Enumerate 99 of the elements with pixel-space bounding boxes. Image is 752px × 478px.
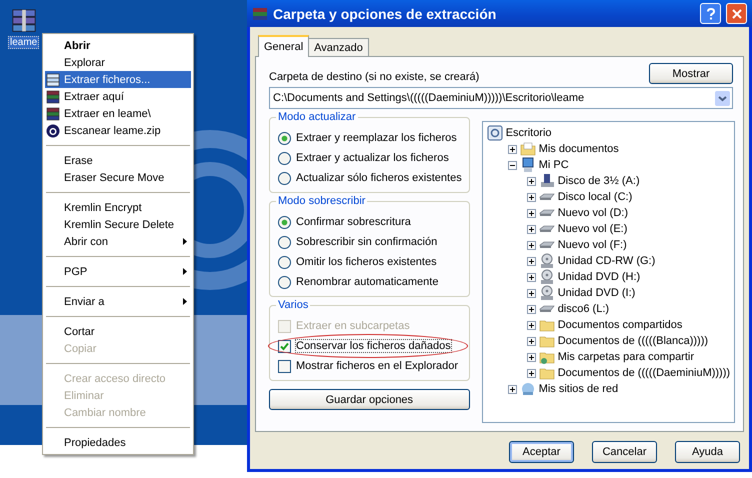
radio-button[interactable] [278,236,291,248]
radio-button[interactable] [278,256,291,268]
menu-item[interactable]: Abrir con [45,233,191,250]
menu-item[interactable]: Extraer ficheros... [45,71,191,88]
expander-icon[interactable] [526,288,536,298]
menu-item[interactable]: Enviar a [45,293,191,310]
cd-drive-icon [538,269,555,285]
tree-item[interactable]: Disco local (C:) [558,191,632,203]
scan-icon [46,124,60,138]
group-title: Modo actualizar [276,111,358,123]
expander-icon[interactable] [526,368,536,378]
expander-icon[interactable] [526,304,536,314]
tree-item[interactable]: disco6 (L:) [558,303,610,315]
help-button[interactable] [700,3,721,24]
menu-item[interactable]: Propiedades [45,434,191,451]
tree-item[interactable]: Documentos compartidos [558,319,682,331]
option-label: Extraer en subcarpetas [295,319,411,333]
option-label: Renombrar automaticamente [295,275,440,289]
desktop-icon-label[interactable]: leame [8,36,40,49]
radio-button[interactable] [278,216,291,228]
tree-item[interactable]: Disco de 3½ (A:) [558,175,640,187]
expander-icon[interactable] [526,176,536,186]
menu-item[interactable]: Cortar [45,323,191,340]
expander-icon[interactable] [526,320,536,330]
menu-item[interactable]: Extraer en leame\ [45,105,191,122]
destination-label: Carpeta de destino (si no existe, se creará) [269,70,480,82]
option-label: Omitir los ficheros existentes [295,255,438,269]
expander-icon[interactable] [526,192,536,202]
radio-button[interactable] [278,132,291,144]
tree-item[interactable]: Mis carpetas para compartir [558,351,694,363]
menu-item[interactable]: Extraer aquí [45,88,191,105]
radio-button[interactable] [278,152,291,164]
expander-icon[interactable] [526,224,536,234]
question-mark-icon [706,8,716,20]
menu-item[interactable]: Explorar [45,54,191,71]
expander-icon[interactable] [526,256,536,266]
path-combo[interactable]: C:\Documents and Settings\(((((DaeminiuM)))))\Escritorio\leame [269,87,733,109]
expander-icon[interactable] [526,208,536,218]
option-label: Mostrar ficheros en el Explorador [295,359,460,373]
option-label: Actualizar sólo ficheros existentes [295,171,463,185]
expander-icon[interactable] [526,336,536,346]
menu-item[interactable]: Kremlin Encrypt [45,199,191,216]
window-title: Carpeta y opciones de extracción [273,6,498,22]
checkbox[interactable] [278,340,291,352]
tree-item[interactable]: Mis sitios de red [538,383,618,395]
radio-button[interactable] [278,276,291,288]
checkbox[interactable] [278,360,291,372]
dialog-button[interactable]: Ayuda [675,441,740,463]
tree-item[interactable]: Nuevo vol (E:) [558,223,628,235]
network-icon [520,381,536,397]
cd-drive-icon [538,285,555,301]
cd-drive-icon [538,253,555,269]
menu-item[interactable]: Eraser Secure Move [45,169,191,186]
dialog-button[interactable]: Cancelar [592,441,657,463]
show-button[interactable]: Mostrar [649,63,733,84]
menu-item[interactable]: Erase [45,152,191,169]
group-title: Varios [276,299,310,311]
option-label: Sobrescribir sin confirmación [295,235,438,249]
tab[interactable]: General [258,35,310,57]
tree-item[interactable]: Unidad CD-RW (G:) [558,255,656,267]
archive-icon [46,72,60,86]
tree-item[interactable]: Nuevo vol (F:) [558,239,627,251]
tree-item[interactable]: Mis documentos [538,143,619,155]
expander-icon[interactable] [508,144,517,154]
menu-item[interactable]: Abrir [45,37,191,54]
close-icon [732,8,742,18]
expander-icon[interactable] [508,384,517,394]
option-label: Extraer y reemplazar los ficheros [295,131,458,145]
close-button[interactable] [726,3,747,24]
expander-icon[interactable] [526,240,536,250]
option-label: Extraer y actualizar los ficheros [295,151,450,165]
menu-item[interactable]: PGP [45,263,191,280]
expander-icon[interactable] [508,160,517,170]
tree-item[interactable]: Unidad DVD (I:) [558,287,636,299]
tree-item[interactable]: Documentos de (((((Blanca))))) [558,335,708,347]
radio-button[interactable] [278,172,291,184]
tree-item[interactable]: Nuevo vol (D:) [558,207,628,219]
dialog-button[interactable]: Aceptar [509,441,574,463]
archive-icon [46,106,60,120]
option-label: Conservar los ficheros dañados [295,339,452,353]
dropdown-icon[interactable] [715,90,730,106]
archive-icon [252,6,268,22]
computer-icon [520,157,536,173]
expander-icon[interactable] [526,352,536,362]
floppy-drive-icon [538,173,555,189]
expander-icon[interactable] [526,272,536,282]
tab[interactable]: Avanzado [308,38,369,56]
tree-item[interactable]: Escritorio [506,127,552,139]
tree-item[interactable]: Unidad DVD (H:) [558,271,640,283]
menu-item[interactable]: Kremlin Secure Delete [45,216,191,233]
save-options-button[interactable]: Guardar opciones [269,389,470,410]
group-title: Modo sobrescribir [276,195,368,207]
desktop-icon [486,125,503,141]
tree-item[interactable]: Documentos de (((((DaeminiuM))))) [558,367,730,379]
folder-icon [520,141,536,157]
archive-icon [46,90,60,104]
option-label: Confirmar sobrescritura [295,215,412,229]
tree-item[interactable]: Mi PC [538,159,569,171]
menu-item[interactable]: Escanear leame.zip [45,122,191,139]
